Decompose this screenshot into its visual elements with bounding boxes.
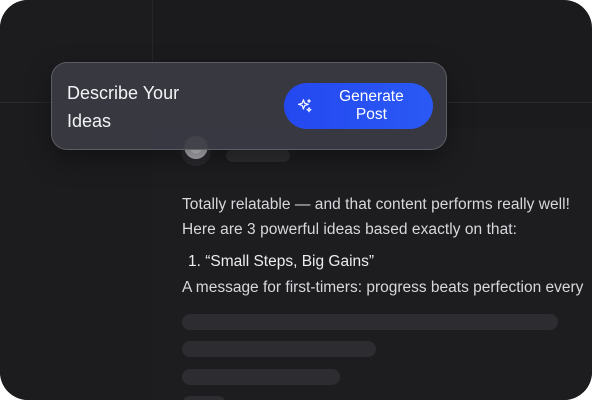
sparkle-icon	[298, 99, 312, 113]
idea-title: 1. “Small Steps, Big Gains”	[188, 253, 375, 270]
loading-skeleton-line	[182, 314, 558, 330]
message-line: Totally relatable — and that content per…	[182, 196, 571, 213]
message-line: Here are 3 powerful ideas based exactly …	[182, 221, 517, 238]
app-frame: Totally relatable — and that content per…	[0, 0, 592, 400]
prompt-card: Describe Your Ideas Generate Post	[51, 62, 447, 150]
generate-post-button[interactable]: Generate Post	[284, 83, 433, 129]
loading-skeleton-line	[182, 396, 226, 400]
prompt-label: Describe Your Ideas	[67, 83, 180, 131]
chat-message: Totally relatable — and that content per…	[182, 192, 592, 242]
idea-description: A message for first-timers: progress bea…	[182, 279, 584, 296]
loading-skeleton-line	[182, 341, 376, 357]
author-name-placeholder	[226, 149, 290, 162]
loading-skeleton-line	[182, 369, 340, 385]
sidebar	[0, 0, 153, 400]
generate-post-label: Generate Post	[339, 88, 404, 123]
